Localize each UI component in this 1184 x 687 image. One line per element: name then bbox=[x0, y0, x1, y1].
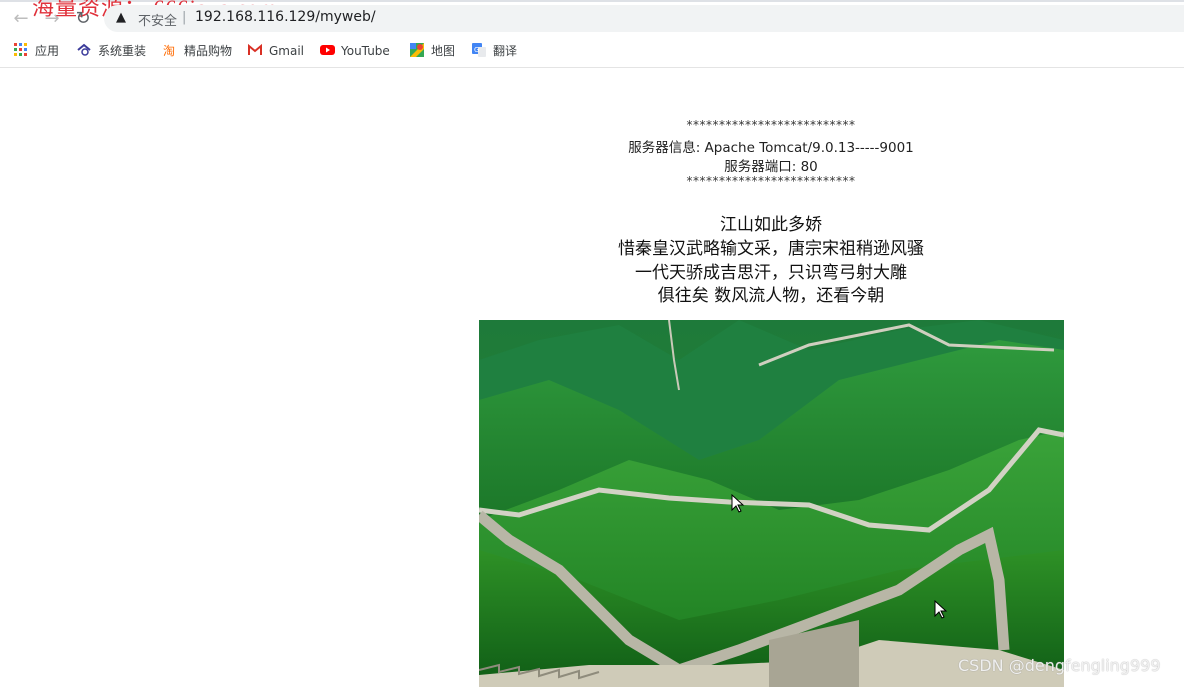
reload-icon: ↻ bbox=[75, 8, 91, 29]
great-wall-image bbox=[479, 320, 1064, 687]
back-button[interactable]: ← bbox=[10, 8, 32, 30]
bookmark-label: 地图 bbox=[431, 44, 456, 58]
bookmark-label: 翻译 bbox=[493, 44, 518, 58]
arrow-right-icon: → bbox=[44, 8, 60, 29]
mouse-cursor-icon bbox=[731, 494, 745, 513]
bookmark-label: 精品购物 bbox=[184, 44, 233, 58]
browser-toolbar: 海量资源： 666java.com ← → ↻ ▲ 不安全 | 192.168.… bbox=[0, 0, 1184, 36]
security-label[interactable]: 不安全 bbox=[138, 10, 177, 29]
bookmark-label: 系统重装 bbox=[98, 44, 147, 58]
bookmark-gmail[interactable]: Gmail bbox=[248, 42, 304, 60]
gmail-icon bbox=[248, 43, 262, 57]
translate-icon: G bbox=[472, 43, 486, 57]
bookmark-label: YouTube bbox=[341, 44, 390, 58]
maps-icon bbox=[410, 43, 424, 57]
bookmark-taobao[interactable]: 淘 精品购物 bbox=[163, 42, 232, 60]
server-port: 服务器端口: 80 bbox=[724, 159, 818, 175]
mouse-cursor-icon bbox=[934, 600, 948, 619]
bookmark-label: Gmail bbox=[269, 44, 305, 58]
system-reinstall-icon bbox=[77, 43, 91, 57]
arrow-left-icon: ← bbox=[13, 8, 29, 29]
bookmark-system-reinstall[interactable]: 系统重装 bbox=[77, 42, 146, 60]
csdn-watermark: CSDN @dengfengling999 bbox=[958, 656, 1161, 675]
bookmark-youtube[interactable]: YouTube bbox=[320, 42, 390, 60]
apps-grid-icon bbox=[14, 43, 28, 57]
taobao-icon: 淘 bbox=[163, 43, 177, 58]
forward-button[interactable]: → bbox=[41, 8, 63, 30]
stars-top: ************************** bbox=[686, 118, 856, 132]
warning-triangle-icon[interactable]: ▲ bbox=[116, 10, 126, 25]
url-text[interactable]: 192.168.116.129/myweb/ bbox=[195, 9, 376, 25]
bookmark-apps[interactable]: 应用 bbox=[14, 42, 59, 60]
bookmark-label: 应用 bbox=[35, 44, 60, 58]
youtube-icon bbox=[320, 43, 335, 57]
page-content: ************************** 服务器信息: Apache… bbox=[0, 68, 1184, 687]
svg-text:G: G bbox=[474, 46, 479, 54]
separator: | bbox=[182, 10, 187, 25]
stars-bottom: ************************** bbox=[686, 174, 856, 188]
bookmark-translate[interactable]: G 翻译 bbox=[472, 42, 517, 60]
poem-line: 一代天骄成吉思汗，只识弯弓射大雕 bbox=[635, 263, 907, 283]
svg-text:淘: 淘 bbox=[163, 44, 175, 57]
bookmarks-bar: 应用 系统重装 淘 精品购物 Gmail YouTube 地图 G 翻译 bbox=[0, 36, 1184, 68]
reload-button[interactable]: ↻ bbox=[72, 8, 94, 30]
server-info: 服务器信息: Apache Tomcat/9.0.13-----9001 bbox=[628, 140, 914, 156]
poem-line: 俱往矣 数风流人物，还看今朝 bbox=[657, 286, 885, 306]
poem-title: 江山如此多娇 bbox=[720, 215, 822, 235]
bookmark-maps[interactable]: 地图 bbox=[410, 42, 455, 60]
address-bar[interactable]: ▲ 不安全 | 192.168.116.129/myweb/ bbox=[104, 5, 1184, 32]
poem-line: 惜秦皇汉武略输文采，唐宗宋祖稍逊风骚 bbox=[618, 239, 924, 259]
